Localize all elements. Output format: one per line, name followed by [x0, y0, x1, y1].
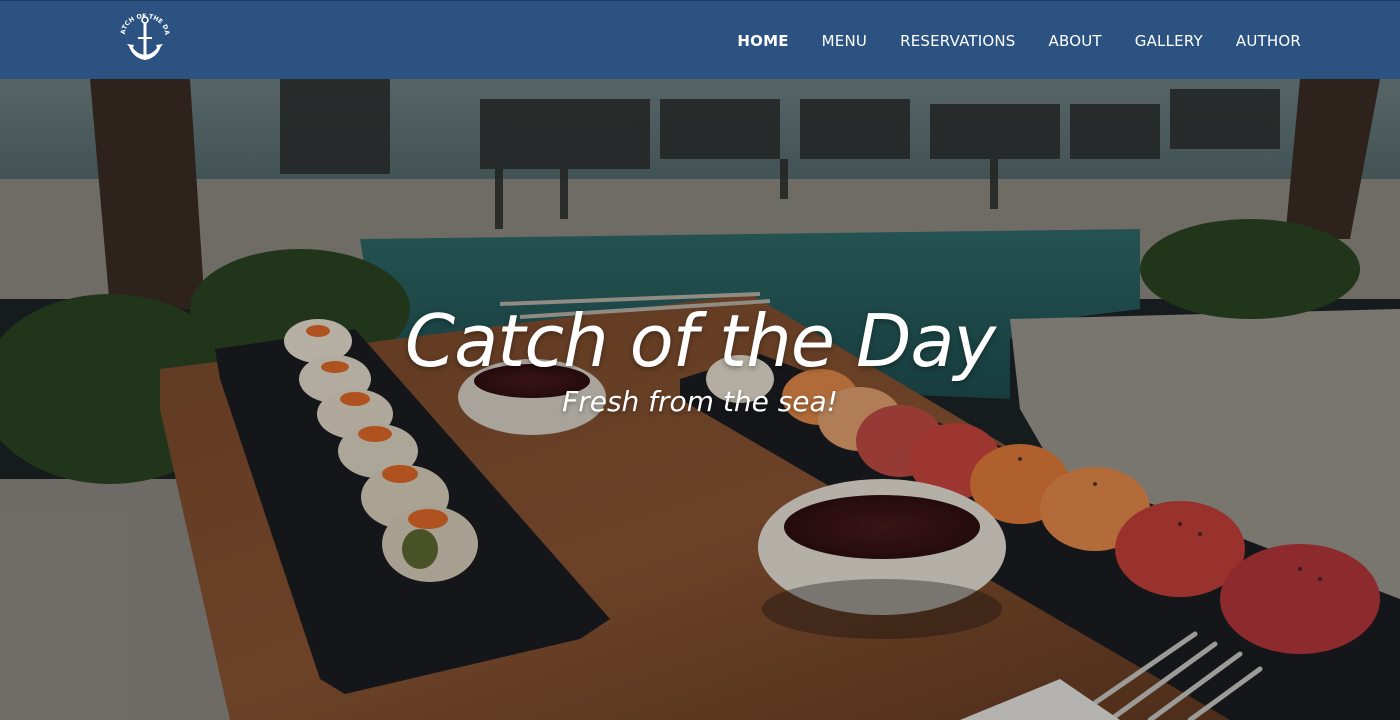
anchor-icon: CATCH OF THE DAY [112, 7, 170, 60]
nav-author[interactable]: AUTHOR [1236, 32, 1301, 50]
main-nav: HOME MENU RESERVATIONS ABOUT GALLERY AUT… [704, 1, 1301, 80]
brand-logo[interactable]: CATCH OF THE DAY [112, 7, 175, 64]
hero-subtitle: Fresh from the sea! [562, 385, 838, 418]
hero-title: Catch of the Day [404, 299, 996, 383]
nav-menu[interactable]: MENU [822, 32, 867, 50]
nav-about[interactable]: ABOUT [1049, 32, 1102, 50]
hero-banner: Catch of the Day Fresh from the sea! [0, 79, 1400, 720]
top-navbar: CATCH OF THE DAY HOME MENU RESERVATIONS … [0, 0, 1400, 79]
nav-reservations[interactable]: RESERVATIONS [900, 32, 1015, 50]
svg-text:CATCH OF THE DAY: CATCH OF THE DAY [115, 12, 170, 36]
nav-gallery[interactable]: GALLERY [1135, 32, 1203, 50]
nav-home[interactable]: HOME [737, 32, 788, 50]
